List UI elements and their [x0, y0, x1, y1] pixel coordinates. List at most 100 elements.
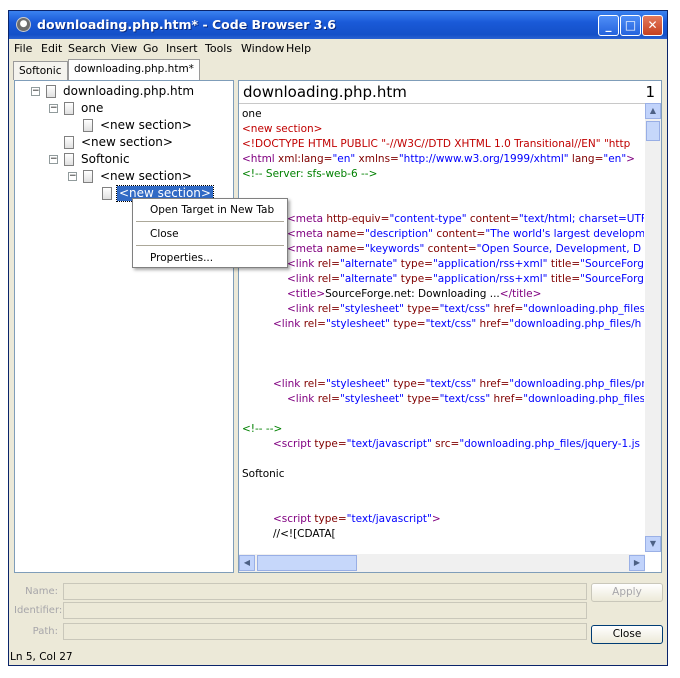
name-label: Name: [25, 586, 58, 597]
editor-title: downloading.php.htm [243, 83, 407, 101]
code-token: "text/css" [425, 378, 477, 390]
code-line: <meta name="description" content="The wo… [287, 227, 644, 242]
code-token: name= [323, 243, 365, 255]
code-token: type= [403, 303, 440, 315]
collapse-icon[interactable]: − [49, 155, 58, 164]
title-bar[interactable]: ● downloading.php.htm* - Code Browser 3.… [9, 11, 667, 39]
code-editor[interactable]: downloading.php.htm 1 one <new section> … [238, 80, 662, 573]
maximize-button[interactable]: □ [620, 15, 641, 36]
code-line: <!-- Server: sfs-web-6 --> [242, 167, 377, 182]
code-token: type= [311, 438, 347, 450]
code-token: "text/html; charset=UTF [518, 213, 644, 225]
code-line: <link rel="alternate" type="application/… [287, 272, 644, 287]
tree-node-softonic[interactable]: − Softonic [15, 152, 225, 167]
code-line: <link rel="stylesheet" type="text/css" h… [287, 302, 644, 317]
collapse-icon[interactable]: − [68, 172, 77, 181]
menu-file[interactable]: File [14, 42, 32, 55]
code-token: <new section> [242, 123, 323, 135]
code-token: Softonic [242, 468, 285, 480]
code-token: rel= [314, 393, 340, 405]
scroll-left-icon[interactable]: ◀ [239, 555, 255, 571]
code-token: </title> [499, 288, 542, 300]
menu-item-open-new-tab[interactable]: Open Target in New Tab [150, 204, 274, 216]
name-field[interactable] [63, 583, 587, 600]
menu-item-properties[interactable]: Properties... [150, 252, 213, 264]
scroll-right-icon[interactable]: ▶ [629, 555, 645, 571]
code-line: <link rel="stylesheet" type="text/css" h… [273, 317, 641, 332]
document-icon [64, 153, 74, 166]
code-line: Softonic [242, 467, 285, 482]
menu-help[interactable]: Help [286, 42, 311, 55]
code-token: content= [433, 228, 486, 240]
code-line: <script type="text/javascript"> [273, 512, 441, 527]
code-token: "The world's largest developm [485, 228, 644, 240]
tree-node-one-section[interactable]: <new section> [15, 118, 225, 133]
path-field[interactable] [63, 623, 587, 640]
code-token: <script [273, 513, 312, 525]
code-token: rel= [300, 318, 326, 330]
code-token: "text/javascript" [346, 438, 432, 450]
menu-insert[interactable]: Insert [166, 42, 198, 55]
code-token: <meta [287, 243, 324, 255]
code-token: "text/javascript" [346, 513, 432, 525]
close-button[interactable]: Close [591, 625, 663, 644]
code-token: <html [242, 153, 275, 165]
collapse-icon[interactable]: − [49, 104, 58, 113]
scroll-down-icon[interactable]: ▼ [645, 536, 661, 552]
apply-button[interactable]: Apply [591, 583, 663, 602]
code-line: <meta name="keywords" content="Open Sour… [287, 242, 641, 257]
tree-node-root[interactable]: − downloading.php.htm [15, 84, 225, 99]
menu-tools[interactable]: Tools [205, 42, 232, 55]
horizontal-scroll-thumb[interactable] [257, 555, 357, 571]
outline-tree[interactable]: − downloading.php.htm − one <new section… [14, 80, 234, 573]
tree-node-one[interactable]: − one [15, 101, 225, 116]
menu-view[interactable]: View [111, 42, 137, 55]
tree-label: Softonic [81, 152, 130, 166]
code-line: <new section> [242, 122, 322, 137]
horizontal-scrollbar[interactable]: ◀ ▶ [239, 554, 645, 572]
tree-label: downloading.php.htm [63, 84, 195, 98]
code-token: "SourceForg [580, 258, 644, 270]
tree-node-softonic-section[interactable]: − <new section> [15, 169, 225, 184]
collapse-icon[interactable]: − [31, 87, 40, 96]
menu-item-close[interactable]: Close [150, 228, 179, 240]
code-token: "alternate" [339, 273, 398, 285]
menu-window[interactable]: Window [241, 42, 284, 55]
code-token: name= [323, 228, 365, 240]
identifier-field[interactable] [63, 602, 587, 619]
code-line: <html xml:lang="en" xmlns="http://www.w3… [242, 152, 635, 167]
menu-edit[interactable]: Edit [41, 42, 62, 55]
code-token: "downloading.php_files/pr [509, 378, 644, 390]
code-token: http-equiv= [323, 213, 390, 225]
code-area[interactable]: one <new section> <!DOCTYPE HTML PUBLIC … [242, 107, 644, 552]
code-token: <!-- --> [242, 423, 283, 435]
minimize-button[interactable]: _ [598, 15, 619, 36]
path-label: Path: [32, 626, 58, 637]
close-window-button[interactable]: ✕ [642, 15, 663, 36]
code-token: content= [466, 213, 519, 225]
menu-go[interactable]: Go [143, 42, 158, 55]
code-line: <meta http-equiv="content-type" content=… [287, 212, 644, 227]
code-token: <link [287, 258, 315, 270]
tab-downloading[interactable]: downloading.php.htm* [68, 59, 200, 80]
tree-node-section[interactable]: <new section> [15, 135, 225, 150]
code-token: "downloading.php_files [523, 393, 644, 405]
code-token: xml:lang= [274, 153, 333, 165]
window-title: downloading.php.htm* - Code Browser 3.6 [37, 17, 336, 32]
code-token: //<![CDATA[ [273, 528, 336, 540]
document-icon [102, 187, 112, 200]
scroll-up-icon[interactable]: ▲ [645, 103, 661, 119]
code-line: <link rel="alternate" type="application/… [287, 257, 644, 272]
tree-label: <new section> [81, 135, 173, 149]
code-token: "application/rss+xml" [432, 273, 548, 285]
code-token: "stylesheet" [339, 393, 404, 405]
code-token: <title> [287, 288, 326, 300]
vertical-scroll-thumb[interactable] [646, 121, 660, 141]
vertical-scrollbar[interactable]: ▲ ▼ [645, 103, 661, 552]
menu-search[interactable]: Search [68, 42, 106, 55]
code-token: "SourceForg [580, 273, 644, 285]
document-icon [83, 119, 93, 132]
tab-softonic[interactable]: Softonic [13, 61, 68, 80]
code-token: href= [490, 303, 524, 315]
code-token: "keywords" [364, 243, 425, 255]
